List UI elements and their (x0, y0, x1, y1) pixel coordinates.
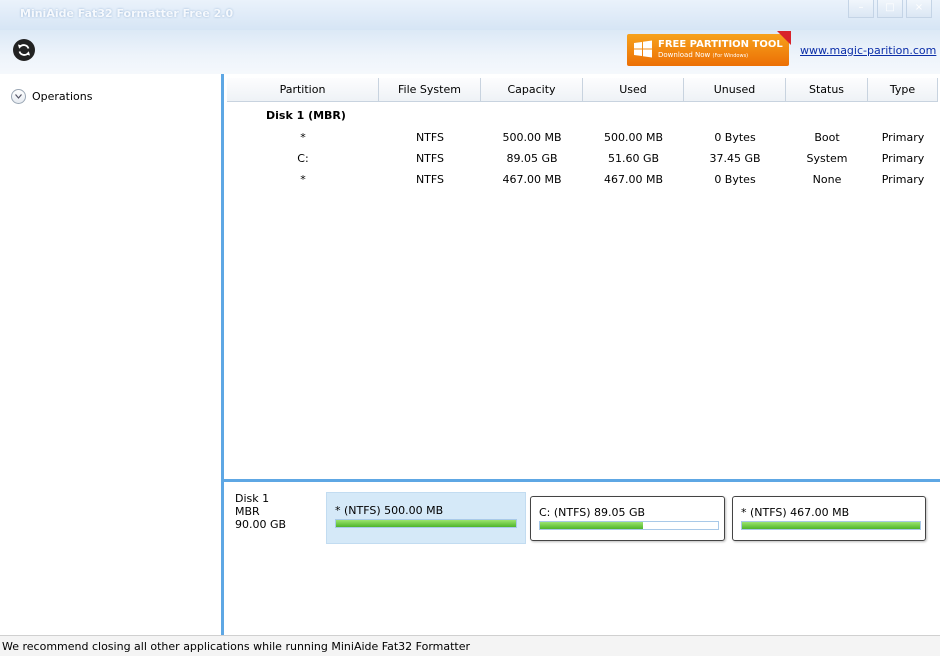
promo-banner[interactable]: FREE PARTITION TOOL Download Now (For Wi… (627, 31, 791, 66)
windows-logo-icon (634, 40, 652, 58)
cell-file-system: NTFS (415, 152, 445, 165)
disk-name: Disk 1 (235, 492, 270, 505)
cell-unused: 0 Bytes (714, 131, 756, 144)
partition-block[interactable]: C: (NTFS) 89.05 GB (530, 496, 725, 541)
operations-header[interactable]: Operations (11, 89, 92, 104)
refresh-icon[interactable] (13, 39, 35, 61)
usage-fill (742, 522, 920, 529)
disk-info[interactable]: Disk 1 MBR 90.00 GB (235, 492, 286, 531)
column-header-file-system[interactable]: File System (379, 78, 481, 102)
maximize-button[interactable]: □ (877, 0, 903, 18)
column-header-used[interactable]: Used (583, 78, 684, 102)
close-button[interactable]: × (906, 0, 932, 18)
promo-download-text: Download Now (658, 51, 711, 59)
cell-type: Primary (881, 131, 925, 144)
promo-title: FREE PARTITION TOOL (658, 39, 783, 50)
disk-map: Disk 1 MBR 90.00 GB * (NTFS) 500.00 MB C… (224, 482, 940, 635)
minimize-button[interactable]: – (848, 0, 874, 18)
cell-partition: * (300, 131, 306, 144)
cell-file-system: NTFS (415, 173, 445, 186)
column-header-status[interactable]: Status (786, 78, 868, 102)
disk-group-label[interactable]: Disk 1 (MBR) (266, 109, 346, 122)
new-ribbon (777, 31, 791, 45)
disk-size: 90.00 GB (235, 518, 287, 531)
operations-label: Operations (32, 90, 93, 103)
usage-fill (336, 520, 516, 527)
cell-used: 51.60 GB (607, 152, 660, 165)
cell-capacity: 467.00 MB (502, 173, 562, 186)
cell-used: 467.00 MB (603, 173, 664, 186)
partition-block[interactable]: * (NTFS) 500.00 MB (326, 492, 526, 544)
usage-bar (741, 521, 921, 530)
cell-capacity: 89.05 GB (506, 152, 558, 165)
website-link[interactable]: www.magic-parition.com (800, 44, 936, 57)
promo-subtitle: Download Now (For Windows) (658, 51, 748, 59)
cell-partition: * (300, 173, 306, 186)
partition-label: C: (NTFS) 89.05 GB (539, 506, 646, 519)
column-header-capacity[interactable]: Capacity (481, 78, 583, 102)
toolbar: FREE PARTITION TOOL Download Now (For Wi… (0, 30, 940, 74)
cell-partition: C: (297, 152, 309, 165)
column-header-partition[interactable]: Partition (227, 78, 379, 102)
status-text: We recommend closing all other applicati… (2, 640, 471, 653)
title-bar: MiniAide Fat32 Formatter Free 2.0 – □ × (0, 0, 940, 30)
cell-status: None (812, 173, 842, 186)
partition-block[interactable]: * (NTFS) 467.00 MB (732, 496, 926, 541)
promo-platform-text: (For Windows) (712, 53, 749, 59)
usage-fill (540, 522, 644, 529)
partition-table: Partition File System Capacity Used Unus… (224, 74, 940, 479)
cell-unused: 0 Bytes (714, 173, 756, 186)
cell-type: Primary (881, 173, 925, 186)
cell-file-system: NTFS (415, 131, 445, 144)
usage-bar (539, 521, 719, 530)
partition-label: * (NTFS) 467.00 MB (741, 506, 850, 519)
cell-status: Boot (814, 131, 840, 144)
cell-capacity: 500.00 MB (502, 131, 562, 144)
column-header-unused[interactable]: Unused (684, 78, 786, 102)
cell-type: Primary (881, 152, 925, 165)
chevron-down-icon[interactable] (11, 89, 26, 104)
window-controls: – □ × (845, 0, 932, 18)
partition-label: * (NTFS) 500.00 MB (335, 504, 444, 517)
cell-status: System (806, 152, 848, 165)
usage-bar (335, 519, 517, 528)
sidebar: Operations (0, 74, 221, 635)
cell-unused: 37.45 GB (709, 152, 761, 165)
status-bar: We recommend closing all other applicati… (0, 635, 940, 656)
cell-used: 500.00 MB (603, 131, 664, 144)
column-header-type[interactable]: Type (868, 78, 938, 102)
window-title: MiniAide Fat32 Formatter Free 2.0 (20, 7, 234, 20)
disk-type: MBR (235, 505, 260, 518)
